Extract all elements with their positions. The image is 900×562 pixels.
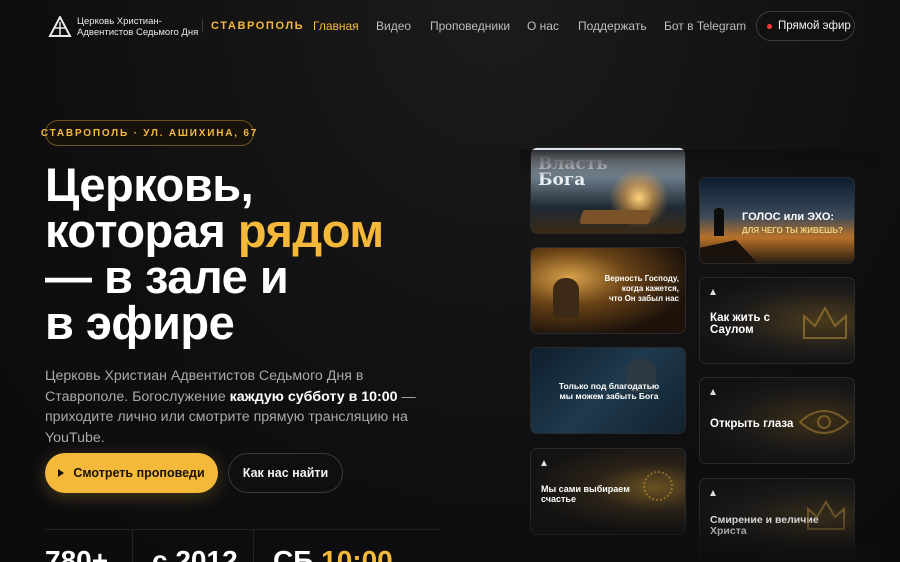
nav-link-about[interactable]: О нас xyxy=(527,19,559,33)
logo-line-2: Адвентистов Седьмого Дня xyxy=(77,26,199,38)
mini-logo xyxy=(710,490,719,496)
play-icon xyxy=(58,469,65,477)
sermon-card[interactable]: Открыть глаза xyxy=(699,377,855,464)
rock-shape xyxy=(700,240,760,263)
stat-value: с 2012 xyxy=(152,545,238,562)
mini-logo xyxy=(541,460,550,466)
sermon-card[interactable]: Мы сами выбираем счастье xyxy=(530,448,686,535)
watch-sermons-label: Смотреть проповеди xyxy=(73,466,205,480)
sermon-card[interactable]: Власть Бога xyxy=(530,147,686,234)
live-stream-label: Прямой эфир xyxy=(778,20,851,32)
logo-line-1: Церковь Христиан- xyxy=(77,16,162,27)
crown-icon xyxy=(807,500,845,530)
sermon-card[interactable]: ГОЛОС или ЭХО: ДЛЯ ЧЕГО ТЫ ЖИВЕШЬ? xyxy=(699,177,855,264)
card-title-line: Христа xyxy=(710,524,747,537)
card-title: Мы сами выбираем счастье xyxy=(541,484,630,504)
stat-time-accent: 10:00 xyxy=(321,545,393,562)
headline-line-4: в эфире xyxy=(45,296,235,349)
card-title-line: мы можем забыть Бога xyxy=(559,391,659,401)
mini-logo xyxy=(710,289,719,295)
card-title-line: Только под благодатью xyxy=(558,381,660,391)
headline-line-1: Церковь, xyxy=(45,158,254,211)
stat-sermons-count: 780+ xyxy=(45,545,108,562)
card-title-line: ДЛЯ ЧЕГО ТЫ ЖИВЕШЬ? xyxy=(742,226,843,235)
stat-since-year: с 2012 xyxy=(152,545,238,562)
hero-description: Церковь Христиан Адвентистов Седьмого Дн… xyxy=(45,366,445,448)
headline-line-2: которая рядом xyxy=(45,207,384,254)
sermon-card[interactable]: Верность Господу, когда кажется, что Он … xyxy=(530,247,686,334)
card-title-line: ГОЛОС или ЭХО: xyxy=(742,211,835,223)
card-title: Только под благодатью мы можем забыть Бо… xyxy=(531,381,685,401)
nav-link-home[interactable]: Главная xyxy=(313,19,359,33)
nav-link-preachers[interactable]: Проповедники xyxy=(430,19,510,33)
card-title: Верность Господу, когда кажется, что Он … xyxy=(605,274,679,304)
stat-value: СБ xyxy=(273,545,322,562)
card-title: Власть Бога xyxy=(538,156,608,190)
church-logo-icon[interactable] xyxy=(48,16,72,38)
figure-shape xyxy=(553,278,579,318)
card-title-line: Бога xyxy=(538,170,586,190)
card-title-line: что Он забыл нас xyxy=(609,294,679,303)
divider xyxy=(202,19,203,33)
location-badge-text: СТАВРОПОЛЬ · УЛ. АШИХИНА, 67 xyxy=(40,127,259,139)
card-title-line: Открыть глаза xyxy=(710,418,794,430)
lead-schedule: каждую субботу в 10:00 xyxy=(229,388,398,405)
card-title-line: счастье xyxy=(541,493,576,504)
sermon-card[interactable]: Как жить с Саулом xyxy=(699,277,855,364)
card-title-line: Саулом xyxy=(710,324,754,336)
card-title: Смирение и величие Христа xyxy=(710,515,819,536)
crown-icon xyxy=(803,305,847,339)
live-stream-button[interactable]: Прямой эфир xyxy=(756,11,855,41)
eye-icon xyxy=(798,410,850,434)
logo-text[interactable]: Церковь Христиан- Адвентистов Седьмого Д… xyxy=(77,16,199,38)
location-badge: СТАВРОПОЛЬ · УЛ. АШИХИНА, 67 xyxy=(41,120,256,146)
card-title-line: Смирение и величие xyxy=(710,514,819,526)
sun-icon xyxy=(643,471,673,501)
stat-separator xyxy=(132,530,133,562)
card-title-line: Как жить с xyxy=(710,312,771,324)
nav-link-telegram-bot[interactable]: Бот в Telegram xyxy=(664,19,746,33)
nav-link-support[interactable]: Поддержать xyxy=(578,19,647,33)
headline-line-3: — в зале и xyxy=(45,250,289,303)
stat-service-time: СБ 10:00 xyxy=(273,545,393,562)
city-label: СТАВРОПОЛЬ xyxy=(211,20,305,32)
sermon-card[interactable]: Смирение и величие Христа xyxy=(699,478,855,562)
sermon-card[interactable]: Только под благодатью мы можем забыть Бо… xyxy=(530,347,686,434)
nav-link-video[interactable]: Видео xyxy=(376,19,411,33)
stat-value: 780+ xyxy=(45,545,109,562)
hero-headline: Церковь, которая рядом — в зале и в эфир… xyxy=(45,158,384,349)
card-title-line: когда кажется, xyxy=(621,284,679,293)
stat-separator xyxy=(253,530,254,562)
card-title-line: Верность Господу, xyxy=(604,274,679,283)
find-us-button[interactable]: Как нас найти xyxy=(228,453,343,493)
figure-shape xyxy=(714,208,724,236)
card-title: Открыть глаза xyxy=(710,418,793,430)
stats-divider xyxy=(45,529,440,530)
book-shape xyxy=(579,210,653,224)
top-navigation: Церковь Христиан- Адвентистов Седьмого Д… xyxy=(0,0,900,54)
watch-sermons-button[interactable]: Смотреть проповеди xyxy=(45,453,218,493)
card-title: ГОЛОС или ЭХО: ДЛЯ ЧЕГО ТЫ ЖИВЕШЬ? xyxy=(742,211,843,237)
mini-logo xyxy=(710,389,719,395)
card-title: Как жить с Саулом xyxy=(710,312,770,336)
live-indicator-icon xyxy=(767,23,772,29)
find-us-label: Как нас найти xyxy=(242,466,329,480)
